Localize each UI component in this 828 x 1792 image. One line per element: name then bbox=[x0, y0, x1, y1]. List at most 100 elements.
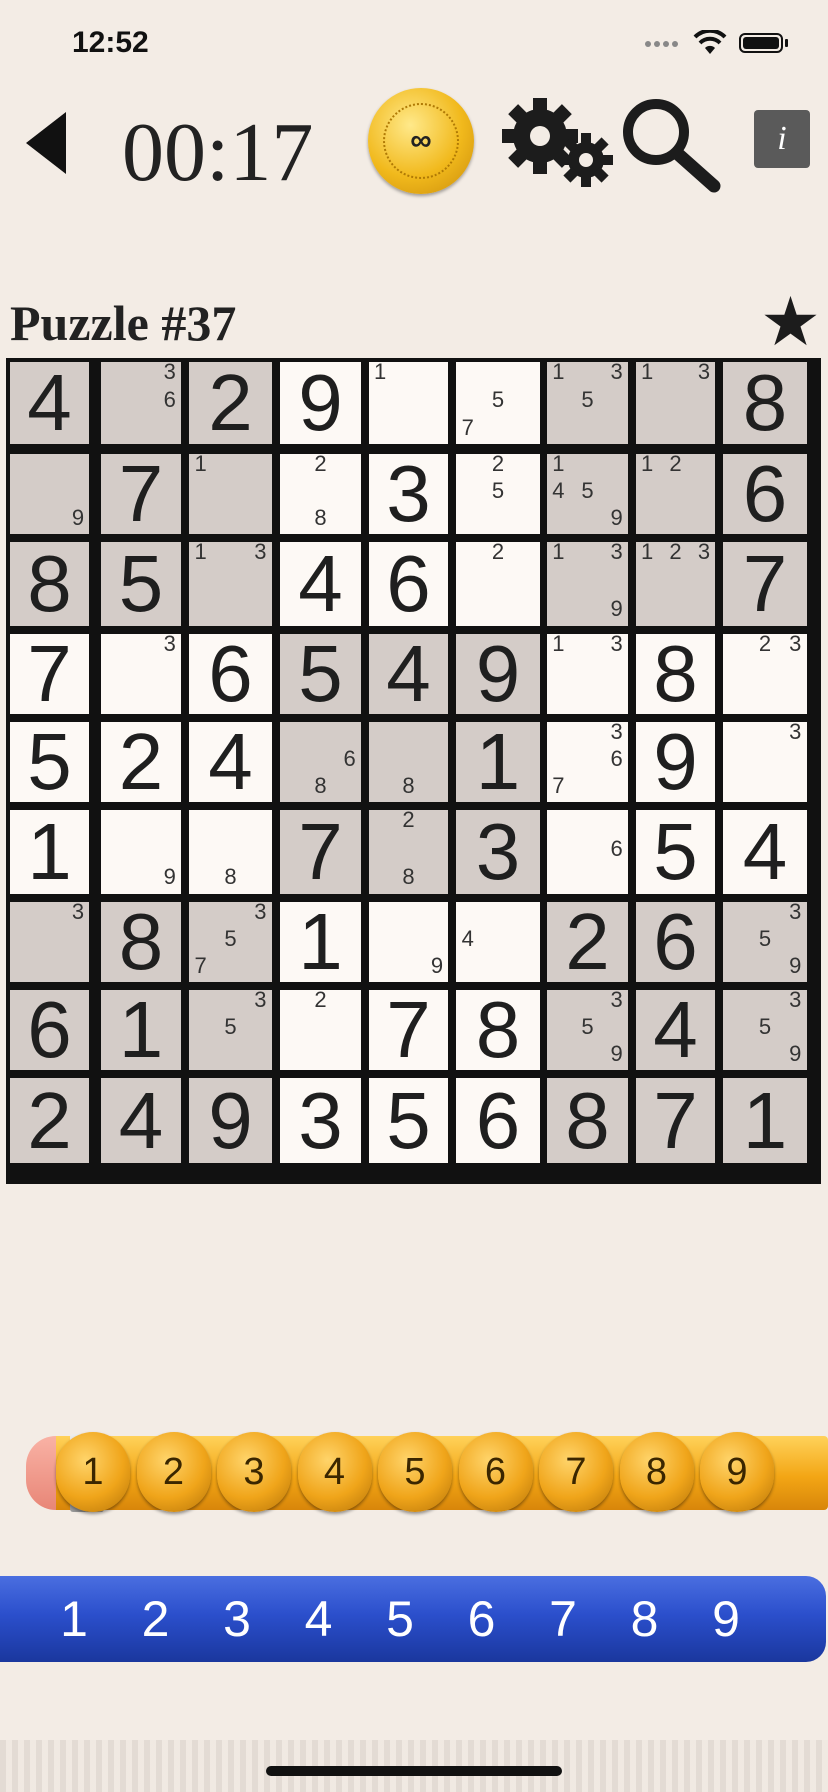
sudoku-cell[interactable]: 28 bbox=[369, 810, 448, 894]
sudoku-cell[interactable]: 8 bbox=[369, 722, 448, 802]
sudoku-cell[interactable]: 1 bbox=[723, 1078, 807, 1163]
sudoku-cell[interactable]: 1459 bbox=[547, 454, 628, 534]
sudoku-cell[interactable]: 4 bbox=[369, 634, 448, 714]
sudoku-cell[interactable]: 4 bbox=[10, 362, 89, 444]
sudoku-cell[interactable]: 9 bbox=[456, 634, 540, 714]
sudoku-cell[interactable]: 9 bbox=[369, 902, 448, 982]
sudoku-cell[interactable]: 1 bbox=[280, 902, 361, 982]
pencil-key-9[interactable]: 9 bbox=[700, 1432, 774, 1512]
sudoku-cell[interactable]: 357 bbox=[189, 902, 272, 982]
number-key-2[interactable]: 2 bbox=[116, 1576, 196, 1662]
sudoku-cell[interactable]: 8 bbox=[10, 542, 89, 626]
sudoku-cell[interactable]: 359 bbox=[723, 902, 807, 982]
sudoku-cell[interactable]: 36 7 bbox=[547, 722, 628, 802]
sudoku-cell[interactable]: 9 bbox=[101, 810, 181, 894]
sudoku-cell[interactable]: 2 bbox=[280, 990, 361, 1070]
sudoku-cell[interactable]: 25 bbox=[456, 454, 540, 534]
sudoku-cell[interactable]: 13 bbox=[547, 634, 628, 714]
sudoku-cell[interactable]: 2 bbox=[547, 902, 628, 982]
sudoku-cell[interactable]: 1 3 9 bbox=[547, 542, 628, 626]
sudoku-cell[interactable]: 7 bbox=[280, 810, 361, 894]
magnifier-icon[interactable] bbox=[616, 94, 726, 194]
sudoku-cell[interactable]: 1 bbox=[369, 362, 448, 444]
sudoku-cell[interactable]: 68 bbox=[280, 722, 361, 802]
pencil-key-8[interactable]: 8 bbox=[619, 1432, 694, 1512]
sudoku-cell[interactable]: 8 bbox=[101, 902, 181, 982]
sudoku-cell[interactable]: 9 bbox=[280, 362, 361, 444]
pencil-key-6[interactable]: 6 bbox=[458, 1432, 533, 1512]
sudoku-cell[interactable]: 6 bbox=[456, 1078, 540, 1163]
sudoku-cell[interactable]: 7 bbox=[723, 542, 807, 626]
sudoku-cell[interactable]: 8 bbox=[547, 1078, 628, 1163]
sudoku-cell[interactable]: 4 bbox=[636, 990, 715, 1070]
sudoku-cell[interactable]: 5 bbox=[10, 722, 89, 802]
sudoku-cell[interactable]: 9 bbox=[636, 722, 715, 802]
sudoku-cell[interactable]: 6 bbox=[547, 810, 628, 894]
sudoku-cell[interactable]: 1 35 bbox=[547, 362, 628, 444]
sudoku-cell[interactable]: 359 bbox=[723, 990, 807, 1070]
sudoku-cell[interactable]: 6 bbox=[10, 990, 89, 1070]
sudoku-cell[interactable]: 1 bbox=[10, 810, 89, 894]
back-arrow-icon[interactable] bbox=[22, 108, 72, 178]
sudoku-cell[interactable]: 6 bbox=[369, 542, 448, 626]
favorite-star-icon[interactable]: ★ bbox=[760, 288, 821, 356]
sudoku-cell[interactable]: 123 bbox=[636, 542, 715, 626]
sudoku-cell[interactable]: 2 bbox=[456, 542, 540, 626]
sudoku-cell[interactable]: 5 bbox=[280, 634, 361, 714]
sudoku-cell[interactable]: 57 bbox=[456, 362, 540, 444]
pencil-key-7[interactable]: 7 bbox=[539, 1432, 613, 1512]
sudoku-cell[interactable]: 7 bbox=[10, 634, 89, 714]
sudoku-cell[interactable]: 7 bbox=[101, 454, 181, 534]
sudoku-cell[interactable]: 8 bbox=[723, 362, 807, 444]
sudoku-cell[interactable]: 35 bbox=[189, 990, 272, 1070]
number-key-9[interactable]: 9 bbox=[686, 1576, 766, 1662]
number-key-8[interactable]: 8 bbox=[605, 1576, 685, 1662]
sudoku-cell[interactable]: 5 bbox=[369, 1078, 448, 1163]
sudoku-cell[interactable]: 6 bbox=[723, 454, 807, 534]
sudoku-cell[interactable]: 2 bbox=[101, 722, 181, 802]
sudoku-cell[interactable]: 28 bbox=[280, 454, 361, 534]
sudoku-cell[interactable]: 4 bbox=[280, 542, 361, 626]
sudoku-cell[interactable]: 6 bbox=[636, 902, 715, 982]
sudoku-cell[interactable]: 4 bbox=[189, 722, 272, 802]
sudoku-cell[interactable]: 23 bbox=[723, 634, 807, 714]
sudoku-cell[interactable]: 3 bbox=[456, 810, 540, 894]
sudoku-cell[interactable]: 9 bbox=[10, 454, 89, 534]
sudoku-cell[interactable]: 9 bbox=[189, 1078, 272, 1163]
sudoku-cell[interactable]: 2 bbox=[10, 1078, 89, 1163]
pencil-key-1[interactable]: 1 bbox=[56, 1432, 130, 1512]
sudoku-cell[interactable]: 4 bbox=[723, 810, 807, 894]
sudoku-cell[interactable]: 12 bbox=[636, 454, 715, 534]
sudoku-cell[interactable]: 13 bbox=[189, 542, 272, 626]
number-key-6[interactable]: 6 bbox=[442, 1576, 522, 1662]
sudoku-cell[interactable]: 3 bbox=[723, 722, 807, 802]
number-key-7[interactable]: 7 bbox=[523, 1576, 603, 1662]
coin-button[interactable]: ∞ bbox=[368, 88, 474, 194]
sudoku-cell[interactable]: 36 bbox=[101, 362, 181, 444]
sudoku-cell[interactable]: 3 bbox=[280, 1078, 361, 1163]
sudoku-cell[interactable]: 1 bbox=[189, 454, 272, 534]
number-key-5[interactable]: 5 bbox=[360, 1576, 440, 1662]
pencil-key-2[interactable]: 2 bbox=[136, 1432, 211, 1512]
sudoku-cell[interactable]: 5 bbox=[636, 810, 715, 894]
sudoku-cell[interactable]: 13 bbox=[636, 362, 715, 444]
number-key-4[interactable]: 4 bbox=[279, 1576, 359, 1662]
sudoku-cell[interactable]: 8 bbox=[189, 810, 272, 894]
info-button[interactable]: i bbox=[754, 110, 810, 168]
sudoku-cell[interactable]: 359 bbox=[547, 990, 628, 1070]
number-key-1[interactable]: 1 bbox=[34, 1576, 114, 1662]
sudoku-cell[interactable]: 7 bbox=[636, 1078, 715, 1163]
sudoku-cell[interactable]: 4 bbox=[456, 902, 540, 982]
sudoku-cell[interactable]: 7 bbox=[369, 990, 448, 1070]
pencil-key-5[interactable]: 5 bbox=[378, 1432, 452, 1512]
sudoku-cell[interactable]: 3 bbox=[369, 454, 448, 534]
gears-icon[interactable] bbox=[498, 96, 616, 191]
sudoku-cell[interactable]: 6 bbox=[189, 634, 272, 714]
sudoku-cell[interactable]: 4 bbox=[101, 1078, 181, 1163]
sudoku-cell[interactable]: 5 bbox=[101, 542, 181, 626]
pencil-key-4[interactable]: 4 bbox=[297, 1432, 372, 1512]
number-key-3[interactable]: 3 bbox=[197, 1576, 277, 1662]
sudoku-cell[interactable]: 3 bbox=[101, 634, 181, 714]
pencil-key-3[interactable]: 3 bbox=[217, 1432, 291, 1512]
sudoku-cell[interactable]: 1 bbox=[456, 722, 540, 802]
